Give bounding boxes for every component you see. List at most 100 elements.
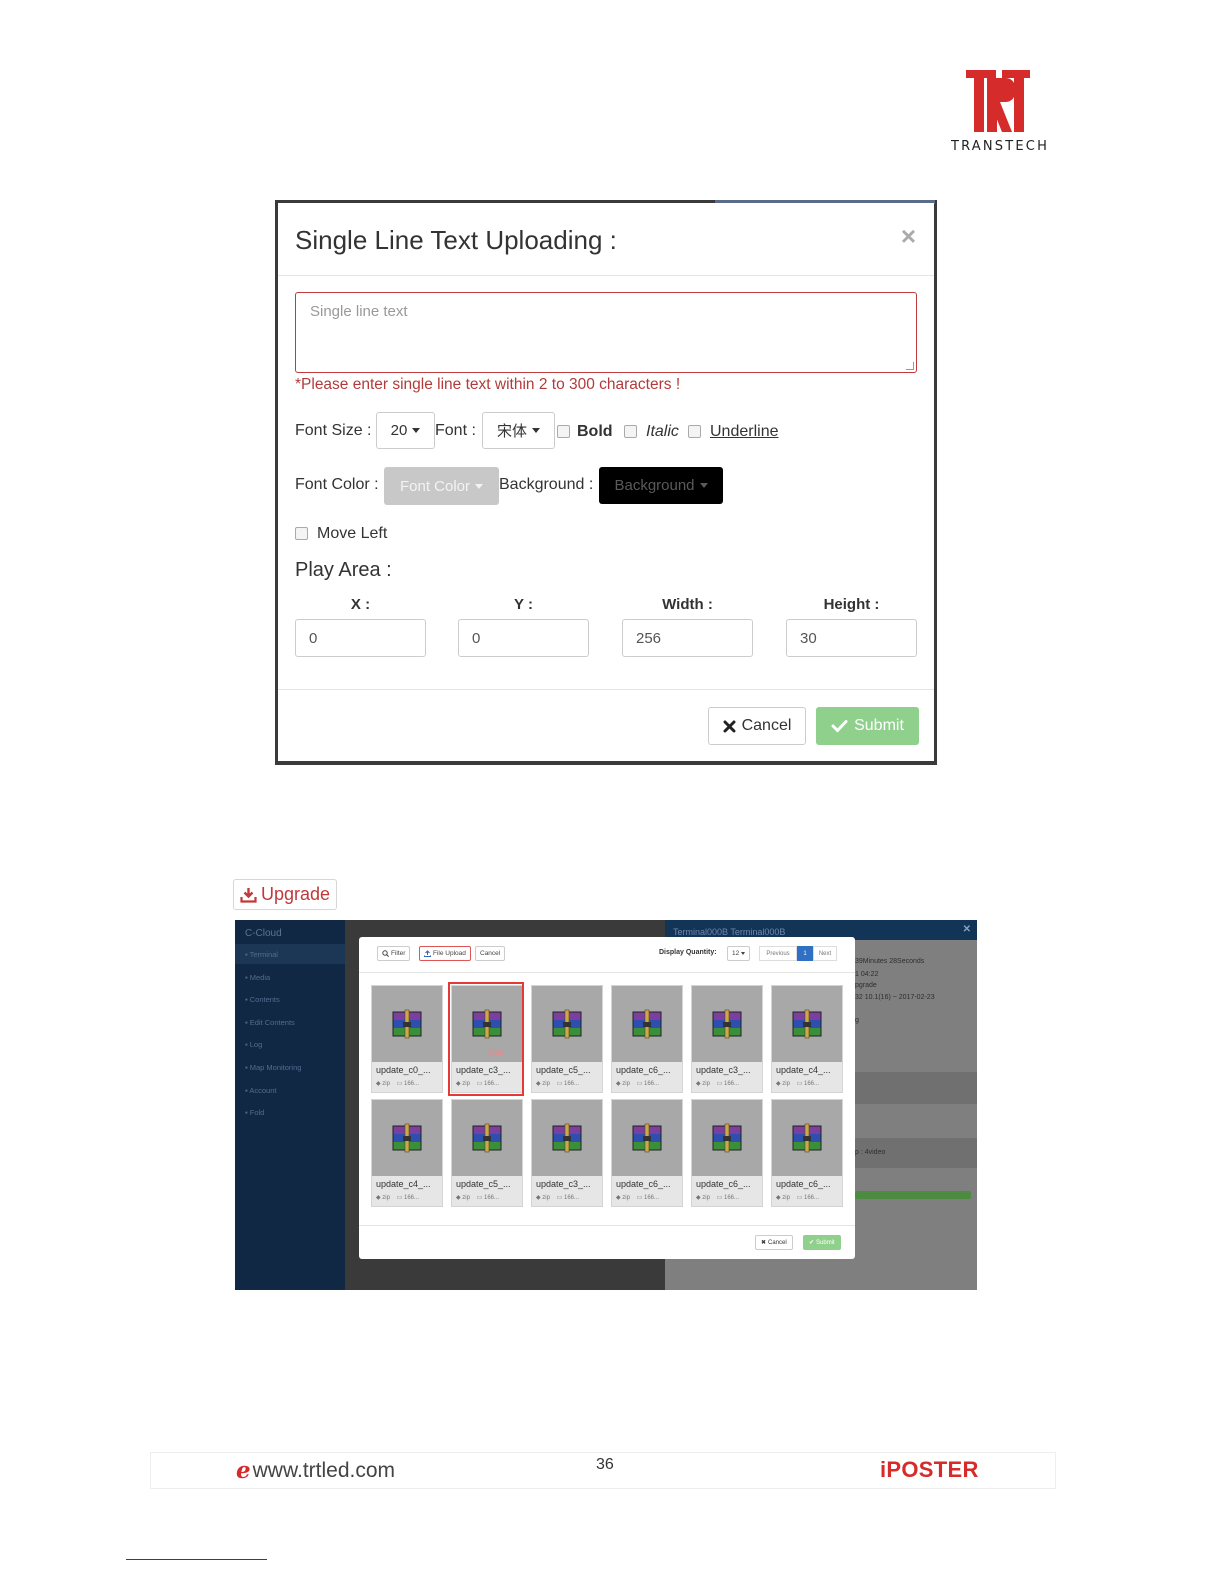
single-line-text-input[interactable]: Single line text xyxy=(295,292,917,373)
upgrade-button[interactable]: Upgrade xyxy=(233,879,337,910)
filter-button[interactable]: Filter xyxy=(377,946,411,961)
tag-icon: ◆ xyxy=(776,1081,781,1087)
file-meta: ◆ zip ▭ 166... xyxy=(536,1194,579,1201)
next-label: Next xyxy=(818,950,832,957)
file-ext: zip xyxy=(782,1195,790,1201)
font-size-label: Font Size : xyxy=(295,422,372,439)
archive-icon xyxy=(532,986,602,1062)
background-button-label: Background xyxy=(614,477,695,494)
archive-icon xyxy=(772,986,842,1062)
file-size: 166... xyxy=(803,1081,819,1087)
iposter-brand: iPOSTER xyxy=(880,1457,979,1482)
close-icon[interactable]: ✕ xyxy=(963,924,971,935)
file-upload-label: File Upload xyxy=(433,950,466,957)
width-input[interactable]: 256 xyxy=(622,619,753,657)
file-tile[interactable]: update_c5_... ◆ zip ▭ 166... xyxy=(451,1099,523,1207)
sidebar-item[interactable]: ▪ Edit Contents xyxy=(245,1018,295,1027)
sidebar-item[interactable]: ▪ Account xyxy=(245,1086,276,1095)
move-left-checkbox[interactable] xyxy=(295,527,308,540)
archive-icon xyxy=(772,1100,842,1176)
file-size: 166... xyxy=(723,1195,739,1201)
tag-icon: ◆ xyxy=(456,1195,461,1201)
picker-cancel-button[interactable]: ✖ Cancel xyxy=(755,1235,793,1250)
archive-icon xyxy=(612,1100,682,1176)
picker-submit-label: Submit xyxy=(816,1239,835,1246)
height-label: Height : xyxy=(823,596,880,613)
display-quantity-dropdown[interactable]: 12 xyxy=(727,946,751,961)
file-tile[interactable]: update_c6_... ◆ zip ▭ 166... xyxy=(611,1099,683,1207)
page-number: 36 xyxy=(596,1456,614,1473)
background-button[interactable]: Background xyxy=(599,467,723,504)
file-meta: ◆ zip ▭ 166... xyxy=(376,1080,419,1087)
tag-icon: ◆ xyxy=(536,1081,541,1087)
e-logo-icon: e xyxy=(236,1457,251,1484)
y-input[interactable]: 0 xyxy=(458,619,589,657)
y-label: Y : xyxy=(514,596,533,613)
x-input[interactable]: 0 xyxy=(295,619,426,657)
filter-label: Filter xyxy=(391,950,406,957)
close-icon[interactable]: × xyxy=(901,221,916,252)
sidebar-item[interactable]: ▪ Fold xyxy=(245,1108,264,1117)
tag-icon: ◆ xyxy=(376,1081,381,1087)
file-ext: zip xyxy=(702,1195,710,1201)
detail-line: pgrade xyxy=(855,982,877,989)
file-ext: zip xyxy=(382,1081,390,1087)
file-tile[interactable]: update_c3_... ◆ zip ▭ 166... xyxy=(531,1099,603,1207)
file-size: 166... xyxy=(803,1195,819,1201)
disk-icon: ▭ xyxy=(636,1081,643,1087)
italic-checkbox[interactable] xyxy=(624,425,637,438)
footnote-rule xyxy=(126,1559,267,1560)
sidebar-item[interactable]: ▪ Map Monitoring xyxy=(245,1063,301,1072)
submit-button[interactable]: Submit xyxy=(816,707,919,745)
archive-icon xyxy=(532,1100,602,1176)
page-1-button[interactable]: 1 xyxy=(797,946,813,961)
file-ext: zip xyxy=(462,1195,470,1201)
file-tile[interactable]: update_c0_... ◆ zip ▭ 166... xyxy=(371,985,443,1093)
resize-handle[interactable] xyxy=(906,362,914,370)
file-picker-modal: Filter File Upload Cancel Display Quanti… xyxy=(359,937,855,1259)
sidebar-item[interactable]: ▪ Terminal xyxy=(245,950,278,959)
display-quantity-label: Display Quantity: xyxy=(659,949,717,956)
sidebar-item[interactable]: ▪ Contents xyxy=(245,995,280,1004)
bold-checkbox[interactable] xyxy=(557,425,570,438)
file-size: 166... xyxy=(643,1081,659,1087)
previous-page-button[interactable]: Previous xyxy=(759,946,797,961)
disk-icon: ▭ xyxy=(716,1081,723,1087)
file-tile[interactable]: update_c6_... ◆ zip ▭ 166... xyxy=(771,1099,843,1207)
underline-checkbox[interactable] xyxy=(688,425,701,438)
website-url: www.trtled.com xyxy=(252,1458,396,1482)
file-tile[interactable]: update_c4_... ◆ zip ▭ 166... xyxy=(371,1099,443,1207)
caret-down-icon xyxy=(475,483,484,489)
cancel-button[interactable]: Cancel xyxy=(708,707,806,745)
file-name: update_c5_... xyxy=(456,1179,511,1189)
toolbar-cancel-button[interactable]: Cancel xyxy=(475,946,506,961)
file-tile[interactable]: update_c6_... ◆ zip ▭ 166... xyxy=(691,1099,763,1207)
height-input[interactable]: 30 xyxy=(786,619,917,657)
sidebar-item[interactable]: ▪ Media xyxy=(245,973,270,982)
disk-icon: ▭ xyxy=(556,1081,563,1087)
font-size-dropdown[interactable]: 20 xyxy=(376,412,435,449)
sidebar-item[interactable]: ▪ Log xyxy=(245,1040,262,1049)
file-tile[interactable]: update_c4_... ◆ zip ▭ 166... xyxy=(771,985,843,1093)
font-label: Font : xyxy=(435,422,476,439)
file-size: 166... xyxy=(563,1195,579,1201)
file-size: 166... xyxy=(563,1081,579,1087)
file-tile[interactable]: update_c5_... ◆ zip ▭ 166... xyxy=(531,985,603,1093)
upload-icon xyxy=(424,950,431,957)
file-tile[interactable]: update_c3_... ◆ zip ▭ 166... xyxy=(691,985,763,1093)
next-page-button[interactable]: Next xyxy=(813,946,837,961)
file-name: update_c6_... xyxy=(616,1179,671,1189)
x-label: X : xyxy=(350,596,371,613)
file-size: 166... xyxy=(643,1195,659,1201)
sidebar-item-label: Map Monitoring xyxy=(249,1063,302,1072)
detail-line: 39Minutes 28Seconds xyxy=(855,958,925,965)
divider xyxy=(278,689,934,690)
cancel-label: Cancel xyxy=(741,717,792,734)
picker-submit-button[interactable]: ✔ Submit xyxy=(803,1235,841,1250)
font-dropdown[interactable]: 宋体 xyxy=(482,412,555,449)
font-color-button[interactable]: Font Color xyxy=(384,467,499,505)
file-upload-button[interactable]: File Upload xyxy=(419,946,471,961)
file-meta: ◆ zip ▭ 166... xyxy=(616,1080,659,1087)
website[interactable]: e www.trtled.com xyxy=(236,1457,395,1484)
file-tile[interactable]: update_c6_... ◆ zip ▭ 166... xyxy=(611,985,683,1093)
